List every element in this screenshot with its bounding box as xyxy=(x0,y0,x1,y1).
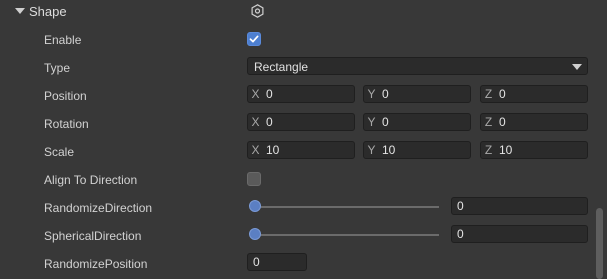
enable-label: Enable xyxy=(44,33,82,47)
x-axis-label: X xyxy=(251,87,260,101)
position-z-field[interactable]: Z 0 xyxy=(480,85,588,103)
position-x-value: 0 xyxy=(266,87,273,101)
randomize-position-input[interactable]: 0 xyxy=(247,253,307,271)
chevron-down-icon xyxy=(572,64,582,70)
scale-y-field[interactable]: Y 10 xyxy=(363,141,471,159)
spherical-direction-value: 0 xyxy=(457,227,464,241)
y-axis-label: Y xyxy=(367,87,376,101)
shape-section-header[interactable]: Shape xyxy=(0,0,592,24)
scale-x-value: 10 xyxy=(266,143,280,157)
collapse-caret-icon[interactable] xyxy=(15,8,25,14)
rotation-z-field[interactable]: Z 0 xyxy=(480,113,588,131)
spherical-direction-slider-handle[interactable] xyxy=(249,228,261,240)
align-to-direction-checkbox[interactable] xyxy=(247,172,261,186)
row-scale: Scale X 10 Y 10 Z 10 xyxy=(0,138,592,166)
randomize-position-value: 0 xyxy=(253,255,260,269)
randomize-direction-slider-track[interactable] xyxy=(255,206,439,208)
scrollbar-thumb[interactable] xyxy=(596,208,603,279)
scale-z-field[interactable]: Z 10 xyxy=(480,141,588,159)
position-x-field[interactable]: X 0 xyxy=(247,85,355,103)
row-rotation: Rotation X 0 Y 0 Z 0 xyxy=(0,110,592,138)
x-axis-label: X xyxy=(251,143,260,157)
row-randomize-direction: RandomizeDirection 0 xyxy=(0,194,592,222)
spherical-direction-slider-track[interactable] xyxy=(255,234,439,236)
position-y-value: 0 xyxy=(382,87,389,101)
randomize-direction-slider-handle[interactable] xyxy=(249,200,261,212)
position-label: Position xyxy=(44,89,87,103)
rotation-y-field[interactable]: Y 0 xyxy=(363,113,471,131)
z-axis-label: Z xyxy=(484,143,493,157)
scale-x-field[interactable]: X 10 xyxy=(247,141,355,159)
checkmark-icon xyxy=(249,35,259,43)
row-enable: Enable xyxy=(0,26,592,54)
y-axis-label: Y xyxy=(367,115,376,129)
row-spherical-direction: SphericalDirection 0 xyxy=(0,222,592,250)
gear-icon[interactable] xyxy=(251,4,264,18)
rotation-y-value: 0 xyxy=(382,115,389,129)
y-axis-label: Y xyxy=(367,143,376,157)
randomize-direction-label: RandomizeDirection xyxy=(44,201,153,215)
x-axis-label: X xyxy=(251,115,260,129)
scale-y-value: 10 xyxy=(382,143,396,157)
z-axis-label: Z xyxy=(484,115,493,129)
row-align-to-direction: Align To Direction xyxy=(0,166,592,194)
scale-z-value: 10 xyxy=(499,143,513,157)
spherical-direction-input[interactable]: 0 xyxy=(451,225,588,243)
vertical-scrollbar[interactable] xyxy=(592,0,607,279)
randomize-direction-input[interactable]: 0 xyxy=(451,197,588,215)
enable-checkbox[interactable] xyxy=(247,32,261,46)
type-label: Type xyxy=(44,61,71,75)
position-z-value: 0 xyxy=(499,87,506,101)
spherical-direction-label: SphericalDirection xyxy=(44,229,142,243)
type-dropdown[interactable]: Rectangle xyxy=(247,57,588,75)
row-position: Position X 0 Y 0 Z 0 xyxy=(0,82,592,110)
randomize-direction-value: 0 xyxy=(457,199,464,213)
rotation-label: Rotation xyxy=(44,117,89,131)
shape-inspector-panel: Shape Enable Type Rectangle Position X 0 xyxy=(0,0,607,279)
z-axis-label: Z xyxy=(484,87,493,101)
section-title: Shape xyxy=(29,4,67,19)
row-type: Type Rectangle xyxy=(0,54,592,82)
position-y-field[interactable]: Y 0 xyxy=(363,85,471,103)
rotation-x-field[interactable]: X 0 xyxy=(247,113,355,131)
align-to-direction-label: Align To Direction xyxy=(44,173,138,187)
scale-label: Scale xyxy=(44,145,75,159)
rotation-z-value: 0 xyxy=(499,115,506,129)
randomize-position-label: RandomizePosition xyxy=(44,257,148,271)
type-dropdown-value: Rectangle xyxy=(254,60,309,74)
rotation-x-value: 0 xyxy=(266,115,273,129)
row-randomize-position: RandomizePosition 0 xyxy=(0,250,592,278)
